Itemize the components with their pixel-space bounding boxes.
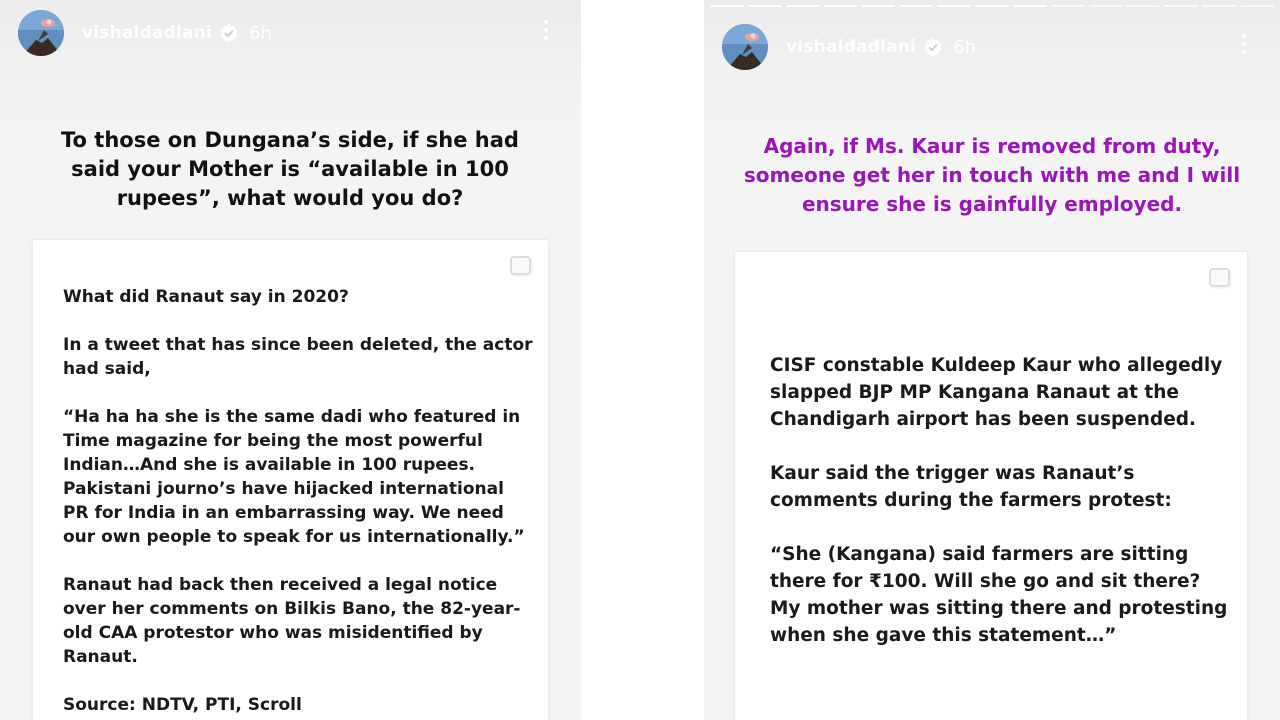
article-text: What did Ranaut say in 2020? In a tweet … [63,285,533,720]
username[interactable]: vishaldadlani [82,23,212,43]
verified-badge-icon [220,24,238,43]
progress-segment [823,5,858,7]
progress-segment [1050,5,1085,7]
post-time: 6h [249,22,272,44]
progress-segment [1240,5,1274,7]
article-paragraph: Ranaut had back then received a legal no… [63,575,521,667]
story-left: vishaldadlani 6h To those on Dungana’s s… [0,0,581,720]
card-icon [1209,268,1230,287]
card-icon [510,256,531,275]
post-time: 6h [953,36,976,58]
article-text: CISF constable Kuldeep Kaur who allegedl… [770,352,1235,676]
progress-segment [975,5,1009,7]
article-quote: “She (Kangana) said farmers are sitting … [770,544,1228,646]
article-source: Source: NDTV, PTI, Scroll [63,695,302,715]
progress-segment [747,5,782,7]
article-paragraph: Kaur said the trigger was Ranaut’s comme… [770,463,1172,511]
avatar[interactable] [722,24,768,70]
article-card: CISF constable Kuldeep Kaur who allegedl… [735,252,1247,720]
username[interactable]: vishaldadlani [786,37,916,57]
story-header: vishaldadlani 6h [722,24,976,70]
article-heading: What did Ranaut say in 2020? [63,287,349,307]
verified-badge-icon [924,38,942,57]
progress-segment [937,5,972,7]
article-card: What did Ranaut say in 2020? In a tweet … [33,240,548,720]
progress-segment [1202,5,1237,7]
story-caption: Again, if Ms. Kaur is removed from duty,… [743,134,1241,216]
more-options-icon[interactable] [542,20,550,44]
avatar[interactable] [18,10,64,56]
progress-segment [785,5,820,7]
story-right: vishaldadlani 6h Again, if Ms. Kaur is r… [704,0,1280,720]
progress-segment [1164,5,1199,7]
article-quote: “Ha ha ha she is the same dadi who featu… [63,407,525,547]
progress-segment [1126,5,1161,7]
progress-segment [1088,5,1123,7]
story-caption: To those on Dungana’s side, if she had s… [61,128,519,210]
article-paragraph: CISF constable Kuldeep Kaur who allegedl… [770,355,1223,430]
progress-segment [710,5,744,7]
story-progress-bar [710,5,1274,7]
story-header: vishaldadlani 6h [18,10,272,56]
article-paragraph: In a tweet that has since been deleted, … [63,335,533,379]
progress-segment [899,5,934,7]
progress-segment [1012,5,1047,7]
progress-segment [861,5,896,7]
more-options-icon[interactable] [1240,34,1248,58]
